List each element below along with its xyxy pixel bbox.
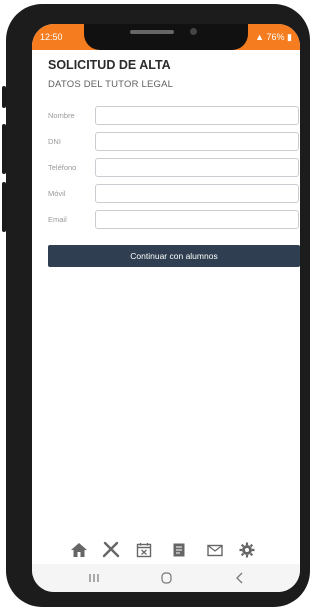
field-row-email: Email — [48, 210, 300, 230]
field-row-telefono: Teléfono — [48, 158, 300, 178]
camera-notch — [84, 24, 248, 50]
phone-side-button — [2, 182, 6, 232]
speaker-grille — [130, 30, 174, 34]
tools-icon[interactable] — [102, 541, 120, 559]
phone-side-button — [2, 86, 6, 108]
field-label: Móvil — [48, 189, 66, 198]
bottom-tab-bar — [32, 539, 300, 565]
battery-icon: ▮ — [287, 32, 292, 42]
field-row-nombre: Nombre — [48, 106, 300, 126]
field-label: DNI — [48, 137, 61, 146]
battery-percent: 76% — [266, 32, 285, 42]
email-input[interactable] — [95, 210, 299, 229]
home-nav-icon[interactable] — [156, 570, 176, 586]
field-label: Teléfono — [48, 163, 77, 172]
page-title: SOLICITUD DE ALTA — [48, 58, 171, 72]
recent-apps-icon[interactable] — [84, 570, 104, 586]
calendar-icon[interactable] — [135, 541, 153, 559]
movil-input[interactable] — [95, 184, 299, 203]
mail-icon[interactable] — [206, 541, 224, 559]
phone-frame: 12:50 ▲ 76% ▮ SOLICITUD DE ALTA DATOS DE… — [2, 4, 310, 607]
front-camera — [190, 28, 197, 35]
back-icon[interactable] — [230, 570, 250, 586]
phone-side-button — [2, 124, 6, 174]
field-label: Nombre — [48, 111, 75, 120]
system-nav-bar — [32, 564, 300, 592]
field-row-movil: Móvil — [48, 184, 300, 204]
settings-icon[interactable] — [238, 541, 256, 559]
notes-icon[interactable] — [170, 541, 188, 559]
section-subtitle: DATOS DEL TUTOR LEGAL — [48, 79, 174, 90]
nombre-input[interactable] — [95, 106, 299, 125]
continue-button[interactable]: Continuar con alumnos — [48, 245, 300, 267]
dni-input[interactable] — [95, 132, 299, 151]
home-icon[interactable] — [70, 541, 88, 559]
status-icons: ▲ 76% ▮ — [255, 32, 292, 43]
phone-screen: 12:50 ▲ 76% ▮ SOLICITUD DE ALTA DATOS DE… — [32, 24, 300, 592]
field-label: Email — [48, 215, 67, 224]
field-row-dni: DNI — [48, 132, 300, 152]
telefono-input[interactable] — [95, 158, 299, 177]
status-time: 12:50 — [40, 32, 63, 42]
signal-icon: ▲ — [255, 32, 264, 42]
